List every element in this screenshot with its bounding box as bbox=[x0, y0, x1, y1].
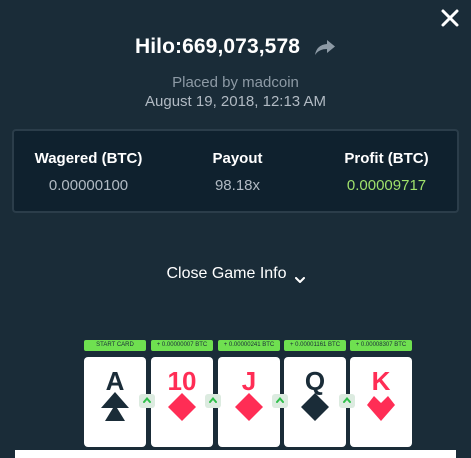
card-badge: + 0.00000007 BTC bbox=[151, 340, 213, 351]
card-badge-start: START CARD bbox=[84, 340, 146, 351]
close-game-info-label: Close Game Info bbox=[166, 265, 287, 282]
chevron-up-icon bbox=[209, 397, 217, 403]
profit-value: 0.00009717 bbox=[346, 177, 427, 194]
card-slot: START CARD A bbox=[84, 340, 146, 447]
card-slot: + 0.00000007 BTC 10 bbox=[151, 340, 213, 447]
playing-card: J bbox=[218, 357, 280, 447]
card-badge: + 0.00008307 BTC bbox=[350, 340, 412, 351]
bet-title-row: Hilo:669,073,578 bbox=[0, 33, 471, 61]
card-slot: + 0.00008307 BTC K bbox=[350, 340, 412, 447]
spade-icon bbox=[101, 392, 129, 421]
payout-stat: Payout 98.18x bbox=[163, 150, 312, 194]
close-game-info-toggle[interactable]: Close Game Info bbox=[0, 264, 471, 284]
wagered-label: Wagered (BTC) bbox=[34, 150, 143, 167]
wagered-stat: Wagered (BTC) 0.00000100 bbox=[14, 150, 163, 194]
chevron-up-icon bbox=[343, 397, 351, 403]
higher-guess-marker bbox=[339, 394, 355, 408]
profit-stat: Profit (BTC) 0.00009717 bbox=[312, 150, 461, 194]
close-button[interactable] bbox=[439, 7, 461, 29]
diamond-icon bbox=[168, 393, 196, 421]
payout-label: Payout bbox=[212, 150, 263, 167]
profit-label: Profit (BTC) bbox=[344, 150, 429, 167]
playing-card: K bbox=[350, 357, 412, 447]
card-slot: + 0.00001161 BTC Q bbox=[284, 340, 346, 447]
placed-date: August 19, 2018, 12:13 AM bbox=[145, 93, 326, 110]
higher-guess-marker bbox=[205, 394, 221, 408]
card-slot: + 0.00000241 BTC J bbox=[218, 340, 280, 447]
playing-card: 10 bbox=[151, 357, 213, 447]
card-badge: + 0.00001161 BTC bbox=[284, 340, 346, 351]
close-icon bbox=[441, 9, 459, 27]
heart-icon bbox=[367, 396, 395, 421]
share-button[interactable] bbox=[314, 38, 336, 56]
playing-card: A bbox=[84, 357, 146, 447]
wagered-value: 0.00000100 bbox=[48, 177, 129, 194]
card-badge: + 0.00000241 BTC bbox=[218, 340, 280, 351]
higher-guess-marker bbox=[272, 394, 288, 408]
higher-guess-marker bbox=[139, 394, 155, 408]
chevron-down-icon bbox=[294, 276, 305, 283]
club-icon bbox=[301, 393, 329, 421]
bet-title: Hilo:669,073,578 bbox=[134, 35, 301, 58]
placed-by: Placed by madcoin bbox=[172, 74, 299, 91]
playing-card: Q bbox=[284, 357, 346, 447]
payout-value: 98.18x bbox=[214, 177, 261, 194]
chevron-up-icon bbox=[276, 397, 284, 403]
bottom-panel-edge bbox=[15, 450, 456, 458]
chevron-up-icon bbox=[143, 397, 151, 403]
diamond-icon bbox=[235, 393, 263, 421]
share-icon bbox=[315, 40, 336, 55]
bet-stats-panel: Wagered (BTC) 0.00000100 Payout 98.18x P… bbox=[12, 129, 459, 213]
